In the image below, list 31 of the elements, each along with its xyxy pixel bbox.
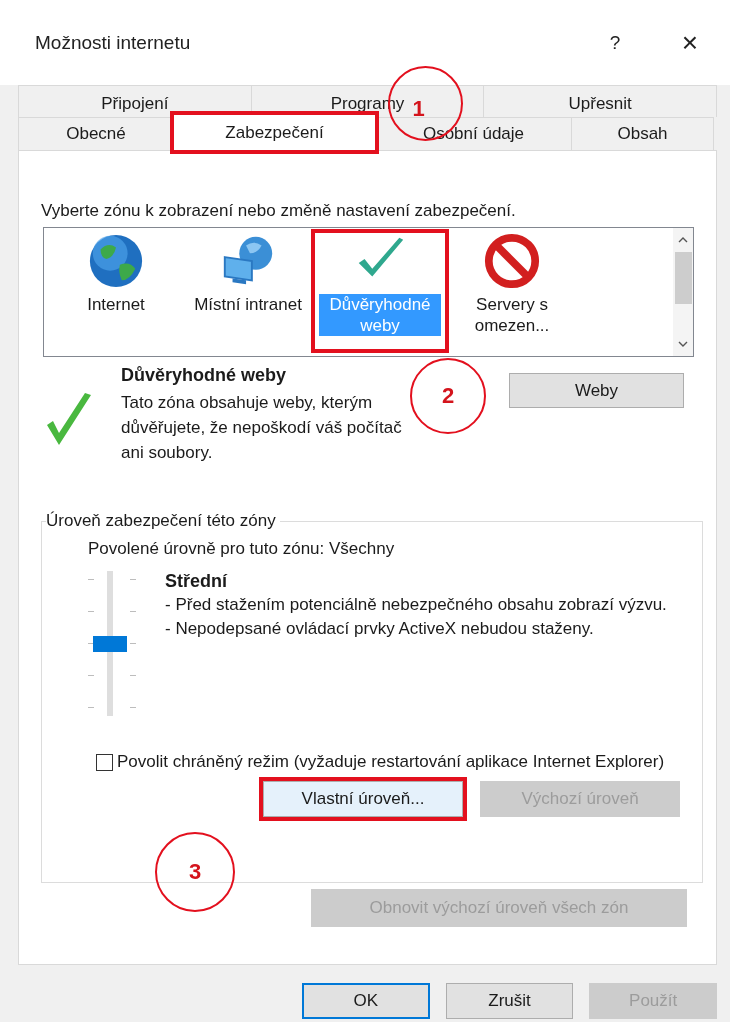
level-note: - Nepodepsané ovládací prvky ActiveX nebudou staženy. [165,618,595,640]
zone-item[interactable]: Místní intranet [182,232,314,356]
no-entry-icon [483,232,541,290]
group-title: Úroveň zabezpečení této zóny [46,511,277,531]
tab[interactable]: Zabezpečení [173,114,376,151]
window-title: Možnosti internetu [35,31,191,54]
allowed-levels-text: Povolené úrovně pro tuto zónu: Všechny [88,539,396,559]
tab[interactable]: Upřesnit [483,85,717,117]
zone-item[interactable]: Servery s omezen... [446,232,578,356]
checkbox[interactable] [96,754,113,771]
zone-title: Důvěryhodné weby [121,365,288,386]
tab[interactable]: Připojení [18,85,252,117]
tab[interactable]: Obsah [571,117,714,150]
dialog-button[interactable]: OK [302,983,430,1019]
dialog-button[interactable]: Zrušit [445,983,574,1019]
zone-item[interactable]: Internet [50,232,182,356]
sites-button[interactable]: Weby [509,373,684,408]
close-button[interactable]: × [670,26,710,59]
slider-thumb[interactable] [93,635,127,652]
globe-icon [87,232,145,290]
scroll-down-icon[interactable] [678,341,688,347]
scrollbar[interactable] [673,228,693,356]
zone-description: Tato zóna obsahuje weby, kterým důvěřujete, že nepoškodí váš počítač ani soubory. [121,392,403,464]
zone-prompt: Vyberte zónu k zobrazení nebo změně nastavení zabezpečení. [41,201,517,221]
help-button[interactable]: ? [600,31,630,54]
step-number-marker: 3 [155,832,235,912]
checkbox-label[interactable]: Povolit chráněný režim (vyžaduje restartování aplikace Internet Explorer) [117,751,667,773]
step-number-marker: 2 [410,358,486,434]
level-name: Střední [165,571,229,592]
scroll-up-icon[interactable] [678,237,688,243]
level-note: - Před stažením potenciálně nebezpečného obsahu zobrazí výzvu. [165,594,668,616]
